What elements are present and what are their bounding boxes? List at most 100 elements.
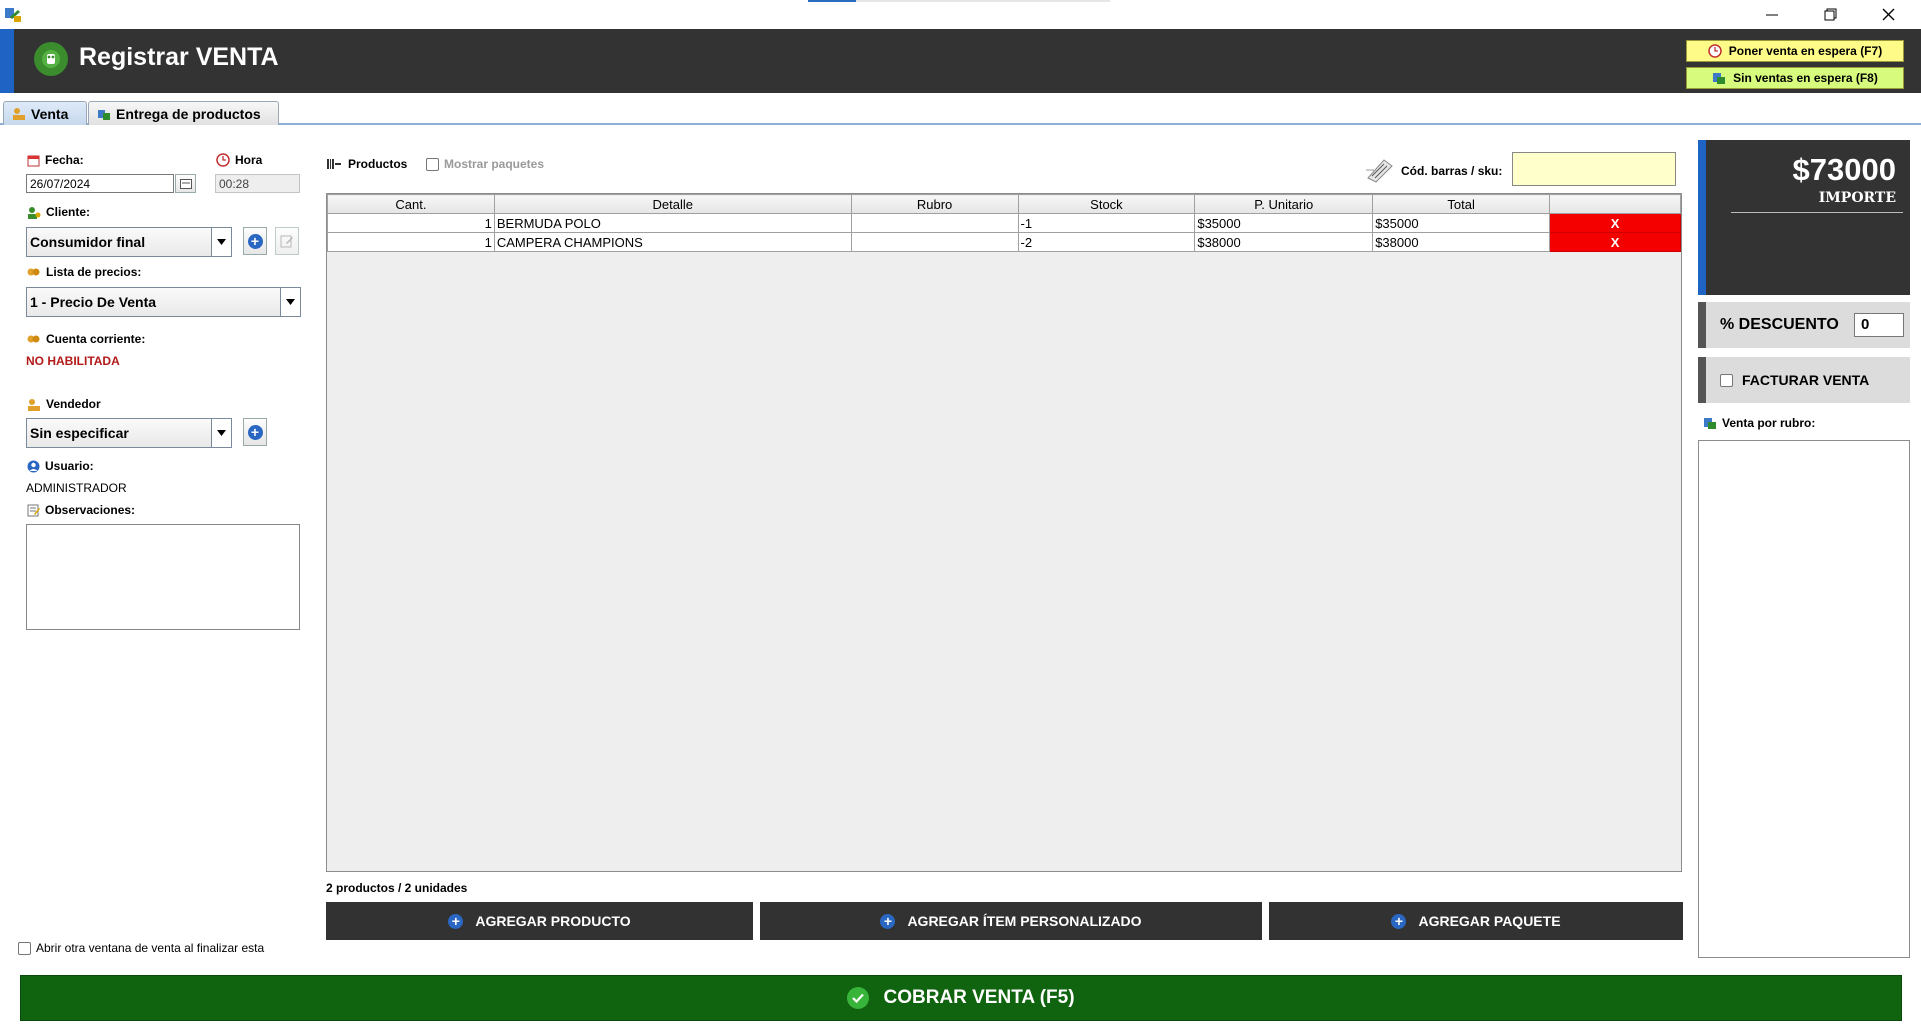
vendedor-select[interactable]: Sin especificar: [26, 418, 232, 448]
descuento-input[interactable]: 0: [1854, 313, 1904, 337]
plus-circle-icon: +: [880, 913, 896, 929]
facturar-checkbox[interactable]: FACTURAR VENTA: [1720, 372, 1869, 388]
cell-cant[interactable]: 1: [327, 213, 495, 233]
app-window: Registrar VENTA Poner venta en espera (F…: [0, 0, 1921, 1028]
usuario-label: Usuario:: [27, 459, 94, 473]
lista-precios-select[interactable]: 1 - Precio De Venta: [26, 287, 301, 317]
cell-rubro[interactable]: [850, 232, 1019, 252]
clock-icon: [1708, 44, 1722, 58]
agregar-producto-button[interactable]: + AGREGAR PRODUCTO: [326, 902, 753, 940]
cliente-label: Cliente:: [27, 205, 90, 219]
column-header-detalle[interactable]: Detalle: [493, 194, 852, 214]
cell-stock[interactable]: -1: [1017, 213, 1196, 233]
add-vendedor-button[interactable]: +: [243, 418, 267, 446]
cell-total[interactable]: $38000: [1372, 232, 1551, 252]
agregar-item-personalizado-button[interactable]: + AGREGAR ÍTEM PERSONALIZADO: [760, 902, 1262, 940]
client-icon: [28, 206, 41, 219]
column-header-cant[interactable]: Cant.: [327, 194, 495, 214]
tab-strip: Venta Entrega de productos: [0, 93, 1921, 125]
tab-entrega-label: Entrega de productos: [116, 105, 261, 122]
hora-label: Hora: [216, 153, 262, 167]
table-row[interactable]: 1 BERMUDA POLO -1 $35000 $35000 X: [327, 213, 1681, 233]
tab-venta[interactable]: Venta: [3, 101, 87, 125]
cobrar-venta-button[interactable]: COBRAR VENTA (F5): [20, 975, 1902, 1021]
column-header-total[interactable]: Total: [1372, 194, 1551, 214]
seller-icon: [28, 398, 40, 411]
cell-detalle[interactable]: CAMPERA CHAMPIONS: [493, 232, 852, 252]
plus-circle-icon: +: [448, 913, 464, 929]
close-button[interactable]: [1859, 0, 1917, 29]
importe-panel: $73000 IMPORTE: [1698, 140, 1910, 295]
observaciones-label: Observaciones:: [27, 503, 135, 517]
column-header-unitario[interactable]: P. Unitario: [1194, 194, 1374, 214]
app-icon: [5, 8, 21, 22]
venta-rubro-label: Venta por rubro:: [1703, 416, 1815, 430]
column-header-stock[interactable]: Stock: [1017, 194, 1196, 214]
cell-total[interactable]: $35000: [1372, 213, 1551, 233]
cell-unitario[interactable]: $35000: [1194, 213, 1374, 233]
cell-detalle[interactable]: BERMUDA POLO: [493, 213, 852, 233]
venta-rubro-list: [1698, 440, 1910, 958]
add-cliente-button[interactable]: +: [243, 227, 267, 255]
observaciones-textarea[interactable]: [26, 524, 300, 630]
no-hold-sales-label: Sin ventas en espera (F8): [1733, 71, 1878, 85]
table-header-row: Cant. Detalle Rubro Stock P. Unitario To…: [327, 194, 1681, 214]
coins-icon: [27, 335, 40, 343]
chevron-down-icon: [211, 228, 231, 256]
edit-cliente-button: [275, 227, 299, 255]
delete-row-button[interactable]: X: [1549, 232, 1681, 252]
abrir-otra-check[interactable]: [18, 941, 31, 955]
table-row[interactable]: 1 CAMPERA CHAMPIONS -2 $38000 $38000 X: [327, 232, 1681, 252]
barcode-label: Cód. barras / sku:: [1401, 164, 1503, 178]
fecha-input[interactable]: 26/07/2024: [26, 174, 174, 193]
cell-stock[interactable]: -2: [1017, 232, 1196, 252]
cliente-select[interactable]: Consumidor final: [26, 227, 232, 257]
descuento-label: % DESCUENTO: [1720, 316, 1839, 333]
usuario-value: ADMINISTRADOR: [26, 481, 127, 495]
abrir-otra-checkbox[interactable]: Abrir otra ventana de venta al finalizar…: [18, 941, 264, 955]
hora-input: 00:28: [215, 174, 300, 193]
lista-precios-label: Lista de precios:: [27, 265, 141, 279]
no-hold-sales-button[interactable]: Sin ventas en espera (F8): [1686, 67, 1904, 89]
importe-label: IMPORTE: [1818, 190, 1896, 206]
coins-icon: [27, 268, 40, 276]
facturar-check[interactable]: [1720, 373, 1733, 387]
user-icon: [27, 460, 40, 472]
hold-sale-button[interactable]: Poner venta en espera (F7): [1686, 40, 1904, 62]
agregar-paquete-label: AGREGAR PAQUETE: [1418, 913, 1561, 929]
title-bar: [0, 0, 1921, 29]
edit-icon: [280, 235, 293, 248]
minimize-icon: [1766, 14, 1778, 15]
mostrar-paquetes-check[interactable]: [426, 157, 439, 171]
productos-section-label: Productos: [327, 157, 407, 171]
tab-entrega-productos[interactable]: Entrega de productos: [88, 101, 279, 125]
importe-divider: [1731, 212, 1903, 213]
column-header-delete: [1549, 194, 1681, 214]
chevron-down-icon: [211, 419, 231, 447]
tab-venta-label: Venta: [31, 105, 69, 122]
minimize-button[interactable]: [1743, 0, 1801, 29]
agregar-item-label: AGREGAR ÍTEM PERSONALIZADO: [907, 913, 1142, 929]
importe-value: $73000: [1792, 152, 1896, 187]
column-header-rubro[interactable]: Rubro: [850, 194, 1019, 214]
cell-unitario[interactable]: $38000: [1194, 232, 1374, 252]
clock-icon: [216, 153, 230, 167]
lista-precios-value: 1 - Precio De Venta: [30, 294, 157, 310]
chevron-down-icon: [280, 288, 300, 316]
plus-circle-icon: +: [247, 233, 263, 249]
cell-cant[interactable]: 1: [327, 232, 495, 252]
money-stack-icon: [1713, 73, 1726, 84]
calendar-picker-button[interactable]: [175, 174, 196, 193]
header-bar: Registrar VENTA: [0, 29, 1921, 93]
close-icon: [1882, 8, 1894, 21]
cliente-value: Consumidor final: [30, 234, 146, 250]
cell-rubro[interactable]: [850, 213, 1019, 233]
mostrar-paquetes-checkbox[interactable]: Mostrar paquetes: [426, 157, 544, 171]
delete-row-button[interactable]: X: [1549, 213, 1681, 233]
notes-icon: [27, 504, 40, 516]
agregar-paquete-button[interactable]: + AGREGAR PAQUETE: [1269, 902, 1683, 940]
restore-button[interactable]: [1801, 0, 1859, 29]
title-progress-track: [808, 0, 1110, 2]
barcode-input[interactable]: [1512, 152, 1676, 186]
cuenta-corriente-status: NO HABILITADA: [26, 354, 120, 368]
